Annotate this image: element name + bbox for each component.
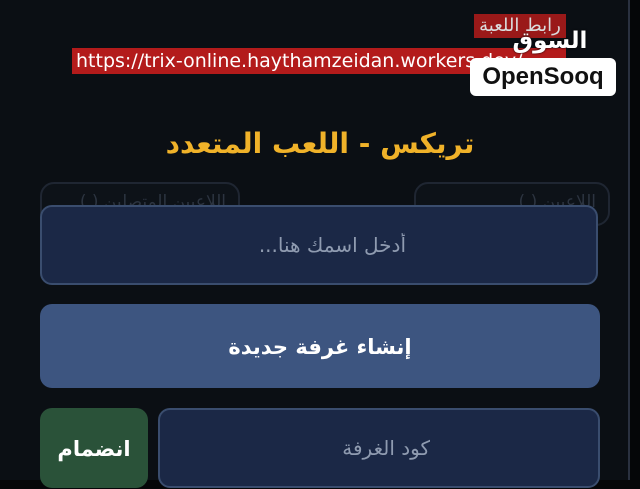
page-title: تريكس - اللعب المتعدد bbox=[165, 127, 475, 160]
room-code-field bbox=[158, 408, 600, 488]
join-button[interactable]: انضمام bbox=[40, 408, 148, 488]
name-field bbox=[40, 205, 598, 285]
room-code-input[interactable] bbox=[160, 410, 598, 486]
name-input[interactable] bbox=[42, 207, 596, 283]
opensooq-logo: OpenSooq bbox=[470, 58, 616, 96]
watermark-arabic: السوق المفتوح bbox=[506, 28, 595, 88]
create-room-button[interactable]: إنشاء غرفة جديدة bbox=[40, 304, 600, 388]
